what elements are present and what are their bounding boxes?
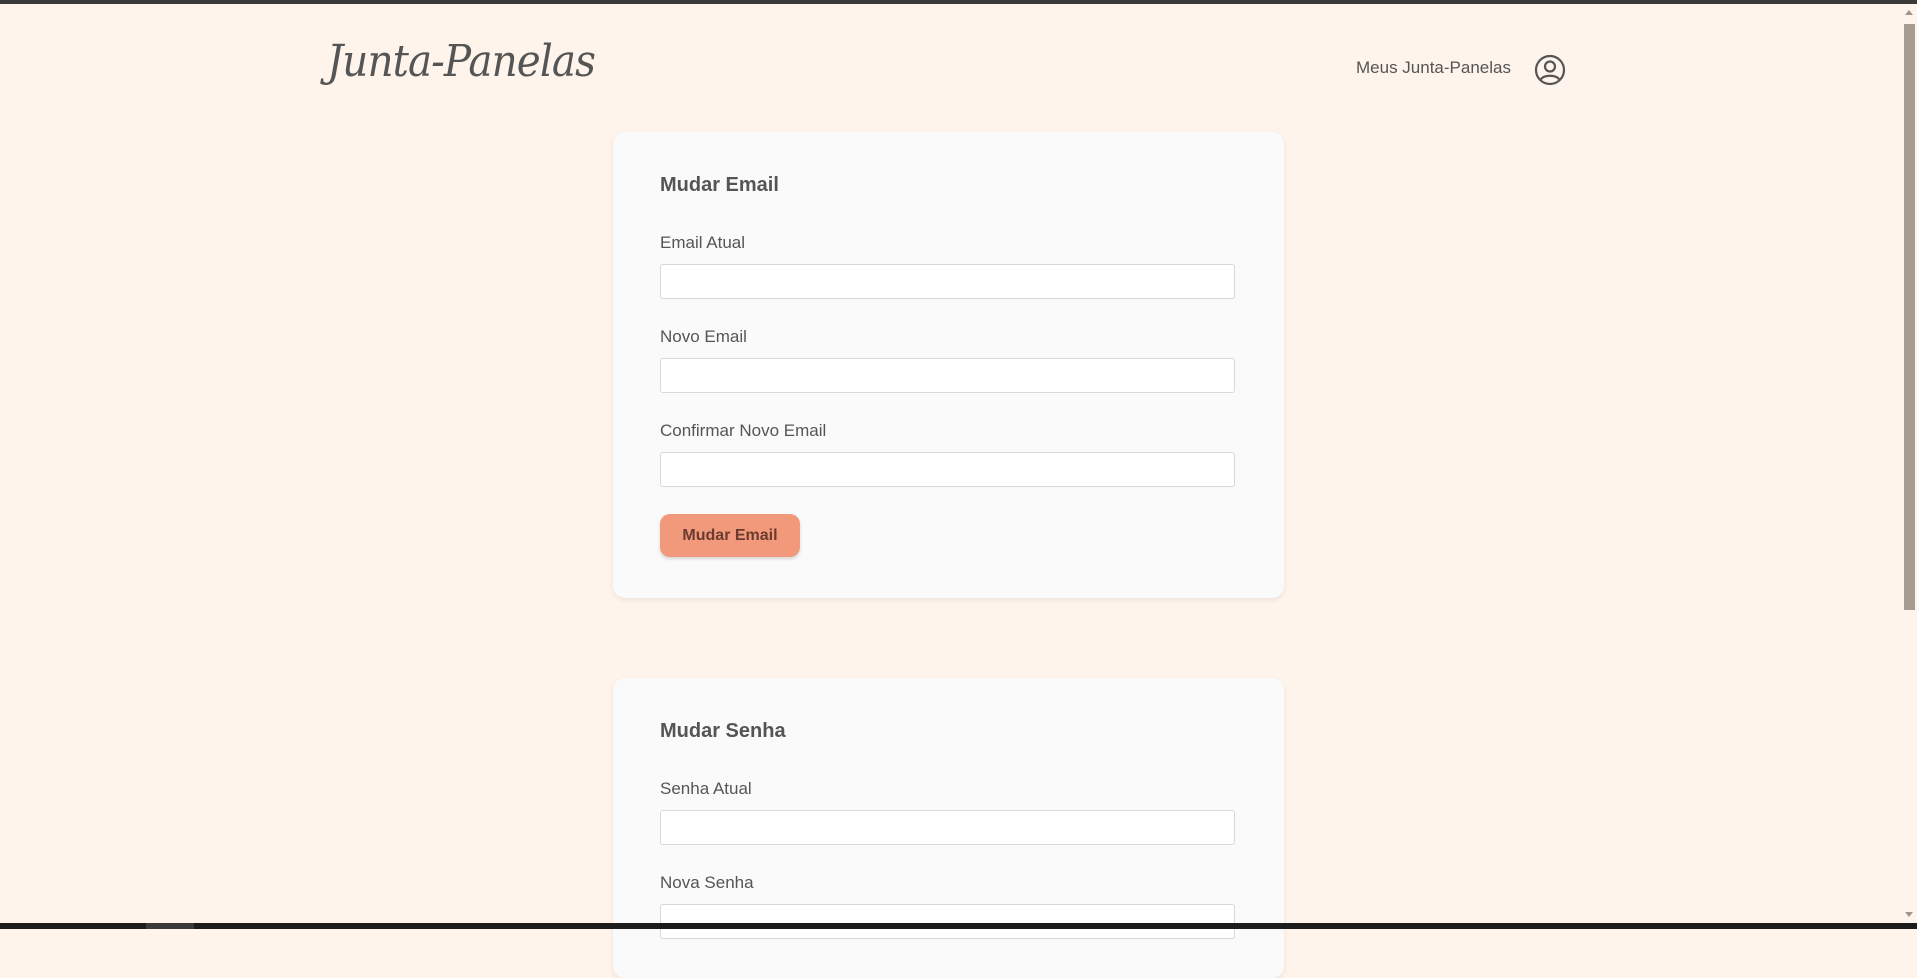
nav-link-meus-junta-panelas[interactable]: Meus Junta-Panelas	[1356, 58, 1511, 78]
change-password-card: Mudar Senha Senha Atual Nova Senha	[613, 678, 1284, 978]
current-password-label: Senha Atual	[660, 779, 752, 799]
scroll-up-arrow-icon[interactable]	[1905, 10, 1913, 15]
current-password-input[interactable]	[660, 810, 1235, 845]
change-email-title: Mudar Email	[660, 174, 779, 197]
site-logo[interactable]: Junta-Panelas	[327, 36, 595, 87]
confirm-new-email-input[interactable]	[660, 452, 1235, 487]
change-password-title: Mudar Senha	[660, 720, 786, 743]
current-email-input[interactable]	[660, 264, 1235, 299]
scrollbar-thumb[interactable]	[1904, 24, 1915, 610]
new-password-input[interactable]	[660, 904, 1235, 939]
site-header: Junta-Panelas Meus Junta-Panelas	[0, 4, 1902, 124]
change-email-button[interactable]: Mudar Email	[660, 514, 800, 557]
window-bottom-bar	[0, 923, 1917, 929]
user-circle-icon[interactable]	[1534, 54, 1566, 86]
horizontal-scroll-thumb[interactable]	[146, 923, 194, 929]
new-email-label: Novo Email	[660, 327, 747, 347]
new-password-label: Nova Senha	[660, 873, 754, 893]
scroll-down-arrow-icon[interactable]	[1905, 912, 1913, 917]
confirm-new-email-label: Confirmar Novo Email	[660, 421, 826, 441]
new-email-input[interactable]	[660, 358, 1235, 393]
vertical-scrollbar[interactable]	[1902, 4, 1917, 923]
change-email-card: Mudar Email Email Atual Novo Email Confi…	[613, 132, 1284, 598]
current-email-label: Email Atual	[660, 233, 745, 253]
